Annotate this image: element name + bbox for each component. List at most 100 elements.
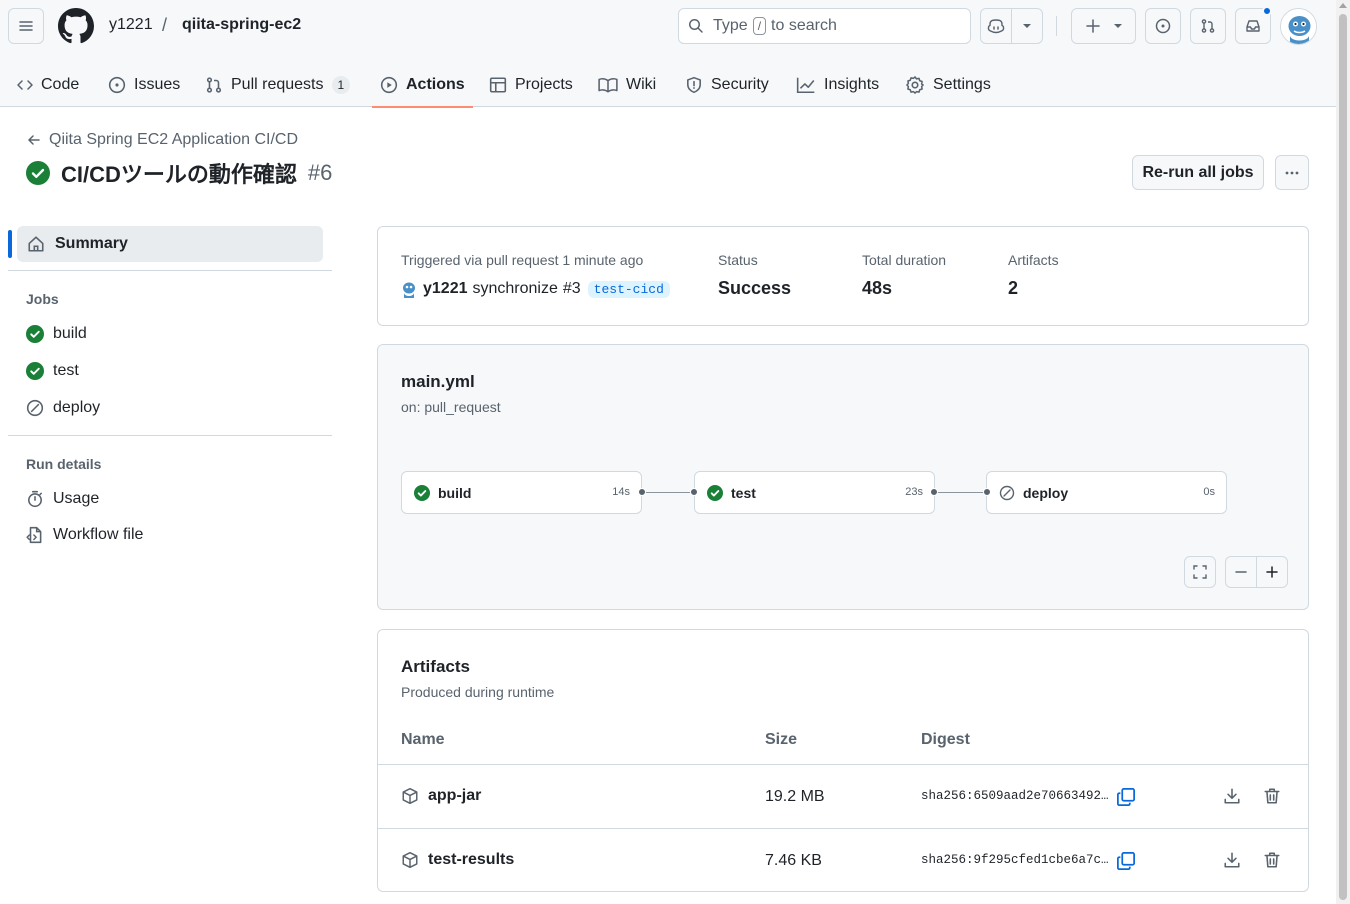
job-connector-dot <box>638 488 646 496</box>
open-menu-button[interactable] <box>8 8 44 44</box>
graph-job-name: deploy <box>1023 484 1069 501</box>
plus-icon <box>1266 566 1278 578</box>
check-circle-fill-icon <box>26 325 44 343</box>
search-suffix: to search <box>771 17 837 34</box>
hamburger-icon <box>19 21 33 31</box>
your-issues-button[interactable] <box>1145 8 1181 44</box>
trigger-text: Triggered via pull request 1 minute ago <box>401 252 644 268</box>
zoom-out-button[interactable] <box>1225 556 1257 588</box>
run-summary-card: Triggered via pull request 1 minute ago … <box>377 226 1309 326</box>
sidebar-job-build[interactable]: build <box>26 325 87 343</box>
copilot-menu-button[interactable] <box>1011 9 1042 43</box>
table-row: test-results 7.46 KB sha256:9f295cfed1cb… <box>378 828 1308 892</box>
trash-icon[interactable] <box>1263 787 1281 805</box>
home-icon <box>28 236 44 252</box>
tab-wiki[interactable]: Wiki <box>598 62 656 107</box>
workflow-graph-card: main.yml on: pull_request build 14s test… <box>377 344 1309 610</box>
actor-link[interactable]: y1221 <box>423 280 468 298</box>
duration-value[interactable]: 48s <box>862 278 892 299</box>
pull-request-link[interactable]: #3 <box>563 280 581 298</box>
graph-job-test[interactable]: test 23s <box>694 471 935 514</box>
branch-label[interactable]: test-cicd <box>587 280 670 298</box>
gear-icon <box>906 75 924 94</box>
play-icon <box>380 76 398 93</box>
issue-opened-icon <box>108 76 126 93</box>
artifact-name: test-results <box>428 851 515 868</box>
actor-avatar[interactable] <box>400 280 418 298</box>
create-new-button[interactable] <box>1071 8 1136 44</box>
tab-issues[interactable]: Issues <box>108 62 180 107</box>
screen-full-icon <box>1193 565 1207 579</box>
your-pull-requests-button[interactable] <box>1190 8 1226 44</box>
repo-header: y1221 / qiita-spring-ec2 Type / to searc… <box>0 0 1336 108</box>
plus-icon <box>1085 19 1100 33</box>
copy-icon[interactable] <box>1116 851 1136 871</box>
rerun-all-jobs-button[interactable]: Re-run all jobs <box>1132 155 1264 190</box>
triangle-down-icon <box>1023 24 1031 28</box>
download-icon[interactable] <box>1223 787 1241 805</box>
tab-pull-requests[interactable]: Pull requests 1 <box>205 62 351 107</box>
git-pull-request-icon <box>206 76 222 93</box>
git-pull-request-icon <box>1201 19 1215 33</box>
repo-nav-tabs: Code Issues Pull requests 1 Actions Proj… <box>0 62 1336 108</box>
artifact-digest: sha256:9f295cfed1cbe6a7c… <box>921 853 1109 867</box>
more-options-button[interactable] <box>1275 155 1309 190</box>
table-row: app-jar 19.2 MB sha256:6509aad2e70663492… <box>378 764 1308 828</box>
tab-actions[interactable]: Actions <box>372 62 473 108</box>
event-text: synchronize <box>472 280 558 297</box>
code-icon <box>17 79 33 90</box>
run-number: #6 <box>307 160 333 185</box>
column-header-name: Name <box>401 731 445 748</box>
download-icon[interactable] <box>1223 851 1241 869</box>
job-connector-line <box>935 492 986 493</box>
check-circle-fill-icon <box>707 484 723 501</box>
sidebar-item-usage[interactable]: Usage <box>26 490 99 508</box>
trash-icon[interactable] <box>1263 851 1281 869</box>
tab-projects[interactable]: Projects <box>489 62 573 107</box>
header-separator <box>1056 16 1057 36</box>
tab-insights-label: Insights <box>824 75 880 93</box>
github-logo-icon[interactable] <box>58 8 94 44</box>
page-scrollbar[interactable] <box>1336 0 1350 904</box>
graph-job-name: test <box>731 484 756 501</box>
minus-icon <box>1235 571 1247 573</box>
tab-code-label: Code <box>41 75 80 93</box>
workflow-back-link[interactable]: Qiita Spring EC2 Application CI/CD <box>26 131 298 149</box>
repo-owner-link[interactable]: y1221 <box>109 16 153 34</box>
repo-name-link[interactable]: qiita-spring-ec2 <box>182 16 301 34</box>
scroll-up-arrow[interactable] <box>1339 3 1347 8</box>
tab-code[interactable]: Code <box>17 62 79 107</box>
copy-icon[interactable] <box>1116 787 1136 807</box>
skip-icon <box>26 399 44 417</box>
tab-insights[interactable]: Insights <box>796 62 879 107</box>
search-input[interactable]: Type / to search <box>678 8 971 44</box>
trigger-details: y1221 synchronize #3 test-cicd <box>400 280 670 298</box>
sidebar-item-workflow-file[interactable]: Workflow file <box>26 526 143 544</box>
tab-settings-label: Settings <box>933 75 991 93</box>
copilot-button[interactable] <box>981 9 1011 43</box>
run-title-text: CI/CDツールの動作確認 <box>61 162 297 187</box>
triangle-down-icon <box>1113 24 1122 28</box>
scrollbar-thumb[interactable] <box>1339 14 1347 900</box>
tab-security[interactable]: Security <box>685 62 769 107</box>
sidebar-job-deploy[interactable]: deploy <box>26 399 100 417</box>
sidebar-job-build-label: build <box>53 325 87 342</box>
artifact-name-link[interactable]: app-jar <box>401 787 481 805</box>
sidebar-job-test-label: test <box>53 362 79 379</box>
fullscreen-button[interactable] <box>1184 556 1216 588</box>
zoom-in-button[interactable] <box>1256 556 1288 588</box>
graph-job-deploy[interactable]: deploy 0s <box>986 471 1227 514</box>
book-icon <box>598 77 618 92</box>
user-avatar[interactable] <box>1280 8 1317 45</box>
inbox-icon <box>1246 20 1260 32</box>
search-shortcut-key: / <box>752 17 767 35</box>
tab-security-label: Security <box>711 75 769 93</box>
column-header-digest: Digest <box>921 731 970 748</box>
tab-settings[interactable]: Settings <box>905 62 991 107</box>
package-icon <box>402 787 418 805</box>
sidebar-job-test[interactable]: test <box>26 362 79 380</box>
status-value: Success <box>718 278 792 298</box>
sidebar-item-summary[interactable]: Summary <box>17 226 323 262</box>
artifact-name-link[interactable]: test-results <box>401 851 514 869</box>
graph-job-build[interactable]: build 14s <box>401 471 642 514</box>
